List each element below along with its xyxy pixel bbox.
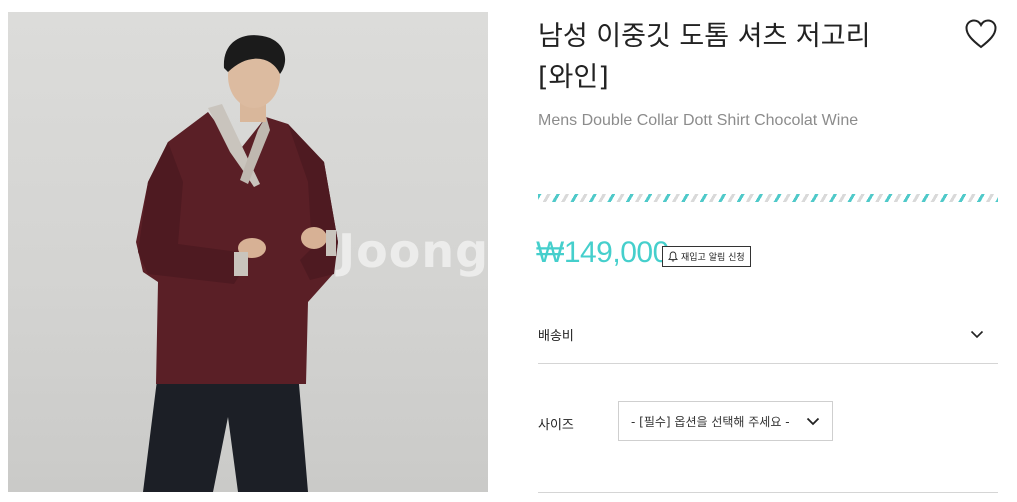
section-divider	[538, 492, 998, 493]
chevron-down-icon	[806, 417, 820, 426]
product-title-line2: [와인]	[538, 62, 609, 93]
size-select[interactable]: - [필수] 옵션을 선택해 주세요 -	[618, 401, 833, 441]
shipping-fee-label: 배송비	[538, 329, 574, 344]
chevron-down-icon	[970, 330, 984, 339]
restock-alert-button[interactable]: 재입고 알림 신청	[662, 246, 751, 267]
product-subtitle: Mens Double Collar Dott Shirt Chocolat W…	[538, 112, 859, 129]
product-price: ₩149,000	[536, 236, 669, 269]
size-select-value: - [필수] 옵션을 선택해 주세요 -	[631, 414, 790, 429]
shipping-fee-row[interactable]: 배송비	[538, 306, 998, 364]
bell-icon	[668, 251, 678, 262]
product-image[interactable]: Joong	[8, 12, 488, 492]
product-title-line1: 남성 이중깃 도톰 셔츠 저고리	[538, 21, 871, 52]
heart-outline-icon[interactable]	[964, 18, 998, 50]
decorative-stripe-divider	[538, 194, 998, 202]
size-label: 사이즈	[538, 418, 574, 433]
restock-alert-label: 재입고 알림 신청	[681, 253, 745, 263]
image-watermark: Joong	[338, 224, 488, 278]
product-title: 남성 이중깃 도톰 셔츠 저고리 [와인]	[538, 16, 958, 98]
